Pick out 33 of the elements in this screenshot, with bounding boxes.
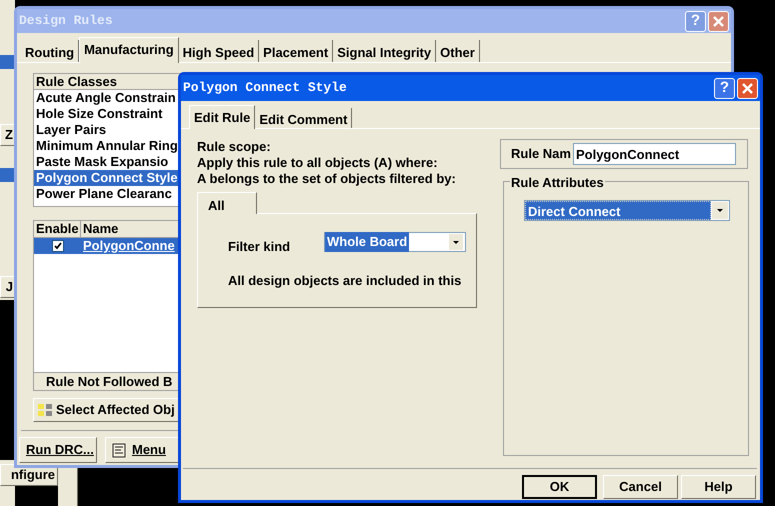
grid-icon	[38, 403, 52, 417]
menu-icon	[112, 442, 126, 458]
connect-style-dropdown[interactable]: Direct Connect	[524, 200, 730, 221]
close-button[interactable]	[737, 78, 758, 98]
column-header: Enable	[34, 221, 81, 237]
field-label: Rule Nam	[511, 145, 571, 164]
checkbox[interactable]	[52, 240, 64, 252]
filter-note: All design objects are included in this	[228, 272, 462, 290]
window-title: Design Rules	[19, 12, 113, 30]
row-highlight	[0, 168, 15, 182]
rule-name-field[interactable]: PolygonConnect	[572, 143, 736, 165]
help-button[interactable]: ?	[714, 78, 735, 98]
tab[interactable]: Placement	[259, 40, 334, 62]
scope-text: Rule scope:	[197, 139, 272, 155]
field-label: Filter kind	[228, 238, 290, 256]
scope-text: Apply this rule to all objects (A) where:	[197, 155, 439, 171]
tab[interactable]: Manufacturing	[79, 37, 179, 63]
tab[interactable]: All	[197, 192, 257, 214]
tab[interactable]: Other	[436, 40, 480, 62]
tab[interactable]: Edit Rule	[189, 105, 256, 129]
close-button[interactable]	[708, 10, 729, 32]
dialog-button[interactable]: Cancel	[603, 475, 678, 499]
tab[interactable]: Signal Integrity	[333, 40, 436, 62]
row-highlight	[0, 55, 15, 69]
tab[interactable]: High Speed	[178, 40, 260, 62]
filter-kind-dropdown[interactable]: Whole Board	[324, 232, 466, 252]
dialog-button[interactable]: OK	[522, 475, 597, 499]
dialog-button[interactable]: Help	[681, 475, 756, 499]
dialog-button[interactable]: Run DRC...	[19, 437, 97, 463]
table-cell-text: PolygonConne	[82, 238, 175, 254]
close-icon	[712, 14, 725, 28]
close-icon	[741, 82, 754, 94]
tab[interactable]: Edit Comment	[255, 108, 352, 128]
